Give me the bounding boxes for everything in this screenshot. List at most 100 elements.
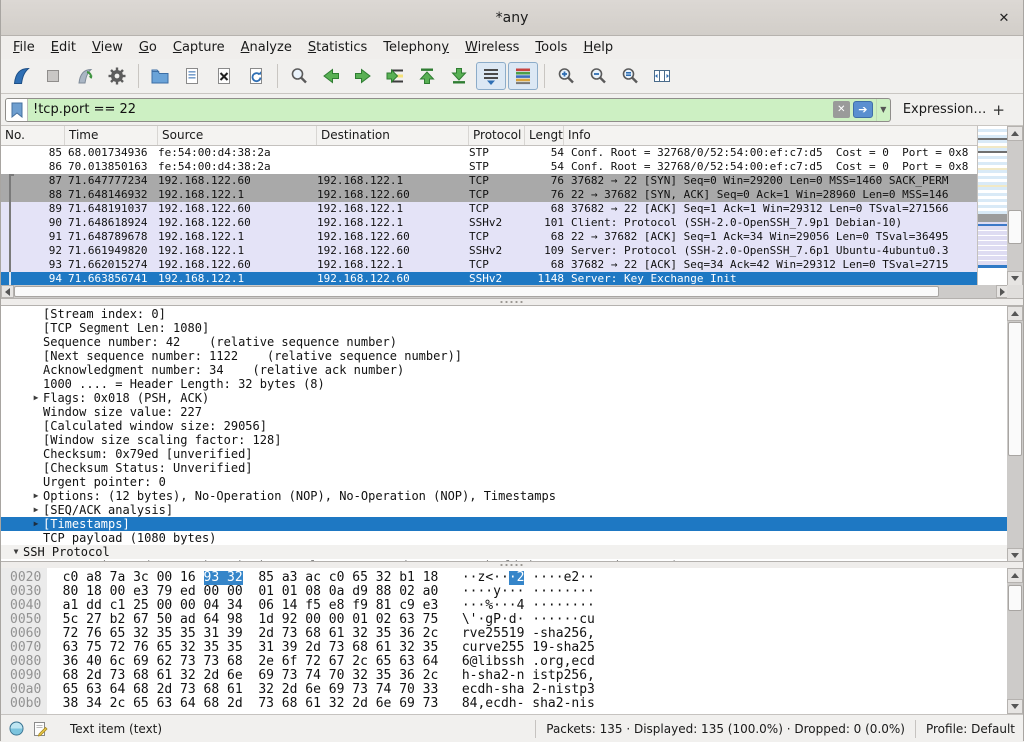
find-packet-button[interactable] [284, 62, 314, 90]
hex-row-00b0[interactable]: 00b0 38 34 2c 65 63 64 68 2d 73 68 61 32… [1, 697, 1007, 711]
packet-row-88[interactable]: 8871.648146932192.168.122.1192.168.122.6… [1, 188, 979, 202]
scroll-up-icon[interactable] [1007, 126, 1023, 141]
detail-line[interactable]: ▶Flags: 0x018 (PSH, ACK) [1, 391, 1007, 405]
detail-line[interactable]: Checksum: 0x79ed [unverified] [1, 447, 1007, 461]
hex-vscrollbar[interactable] [1007, 568, 1023, 714]
file-save-button[interactable] [177, 62, 207, 90]
menu-statistics[interactable]: Statistics [300, 38, 375, 57]
packet-row-86[interactable]: 8670.013850163fe:54:00:d4:38:2aSTP54Conf… [1, 160, 979, 174]
collapsed-arrow-icon[interactable]: ▶ [29, 559, 43, 561]
detail-line[interactable]: Window size value: 227 [1, 405, 1007, 419]
hex-row-0090[interactable]: 0090 68 2d 73 68 61 32 2d 6e 69 73 74 70… [1, 669, 1007, 683]
display-filter-input[interactable]: !tcp.port == 22 ✕ ➔ ▼ [5, 98, 891, 122]
filter-bookmark-button[interactable] [6, 99, 28, 121]
expression-button[interactable]: Expression… [903, 102, 987, 117]
hex-scroll-thumb[interactable] [1008, 585, 1022, 611]
capture-restart-button[interactable] [70, 62, 100, 90]
details-scroll-thumb[interactable] [1008, 322, 1022, 456]
capture-stop-button[interactable] [38, 62, 68, 90]
packet-list-vscrollbar[interactable] [1007, 126, 1023, 286]
file-reload-button[interactable] [241, 62, 271, 90]
column-header-length[interactable]: Length [525, 126, 564, 145]
detail-line[interactable]: ▼SSH Protocol [1, 545, 1007, 559]
hex-row-0060[interactable]: 0060 72 76 65 32 35 35 31 39 2d 73 68 61… [1, 627, 1007, 641]
detail-line[interactable]: [Calculated window size: 29056] [1, 419, 1007, 433]
packet-row-89[interactable]: 8971.648191037192.168.122.60192.168.122.… [1, 202, 979, 216]
detail-line[interactable]: ▶Options: (12 bytes), No-Operation (NOP)… [1, 489, 1007, 503]
scroll-left-icon[interactable] [1, 285, 14, 298]
collapsed-arrow-icon[interactable]: ▶ [29, 503, 43, 517]
column-header-no[interactable]: No. [1, 126, 65, 145]
hex-row-0040[interactable]: 0040 a1 dd c1 25 00 00 04 34 06 14 f5 e8… [1, 599, 1007, 613]
scroll-up-icon[interactable] [1007, 306, 1023, 321]
capture-start-button[interactable] [6, 62, 36, 90]
zoom-out-button[interactable] [583, 62, 613, 90]
column-header-source[interactable]: Source [158, 126, 317, 145]
packet-list-hscrollbar[interactable] [1, 285, 1009, 298]
filter-clear-button[interactable]: ✕ [833, 101, 850, 118]
menu-view[interactable]: View [84, 38, 131, 57]
collapsed-arrow-icon[interactable]: ▶ [29, 489, 43, 503]
resize-columns-button[interactable] [647, 62, 677, 90]
scroll-up-icon[interactable] [1007, 568, 1023, 583]
zoom-in-button[interactable] [551, 62, 581, 90]
hex-row-0050[interactable]: 0050 5c 27 b2 67 50 ad 64 98 1d 92 00 00… [1, 613, 1007, 627]
detail-line[interactable]: Sequence number: 42 (relative sequence n… [1, 335, 1007, 349]
detail-line[interactable]: [Window size scaling factor: 128] [1, 433, 1007, 447]
detail-line[interactable]: 1000 .... = Header Length: 32 bytes (8) [1, 377, 1007, 391]
scroll-down-icon[interactable] [1007, 271, 1023, 286]
expanded-arrow-icon[interactable]: ▼ [9, 545, 23, 559]
scroll-down-icon[interactable] [1007, 548, 1023, 562]
packet-row-91[interactable]: 9171.648789678192.168.122.1192.168.122.6… [1, 230, 979, 244]
colorize-button[interactable] [508, 62, 538, 90]
go-last-button[interactable] [444, 62, 474, 90]
collapsed-arrow-icon[interactable]: ▶ [29, 517, 43, 531]
detail-line[interactable]: ▶[SEQ/ACK analysis] [1, 503, 1007, 517]
filter-history-dropdown[interactable]: ▼ [876, 99, 890, 121]
hex-row-00a0[interactable]: 00a0 65 63 64 68 2d 73 68 61 32 2d 6e 69… [1, 683, 1007, 697]
column-header-time[interactable]: Time [65, 126, 158, 145]
close-icon[interactable]: ✕ [995, 9, 1013, 27]
menu-analyze[interactable]: Analyze [233, 38, 300, 57]
expert-info-icon[interactable] [9, 721, 24, 736]
packet-row-94[interactable]: 9471.663856741192.168.122.1192.168.122.6… [1, 272, 979, 286]
packet-list-minimap[interactable] [977, 126, 1007, 286]
packet-row-90[interactable]: 9071.648618924192.168.122.60192.168.122.… [1, 216, 979, 230]
detail-line[interactable]: [Checksum Status: Unverified] [1, 461, 1007, 475]
packet-row-85[interactable]: 8568.001734936fe:54:00:d4:38:2aSTP54Conf… [1, 146, 979, 160]
column-header-destination[interactable]: Destination [317, 126, 469, 145]
add-filter-button[interactable]: + [986, 101, 1011, 119]
hex-row-0030[interactable]: 0030 80 18 00 e3 79 ed 00 00 01 01 08 0a… [1, 585, 1007, 599]
filter-apply-button[interactable]: ➔ [853, 101, 873, 118]
hex-row-0070[interactable]: 0070 63 75 72 76 65 32 35 35 31 39 2d 73… [1, 641, 1007, 655]
detail-line[interactable]: [TCP Segment Len: 1080] [1, 321, 1007, 335]
go-back-button[interactable] [316, 62, 346, 90]
menu-telephony[interactable]: Telephony [375, 38, 457, 57]
column-header-info[interactable]: Info [564, 126, 979, 145]
packet-row-92[interactable]: 9271.661949820192.168.122.1192.168.122.6… [1, 244, 979, 258]
hex-row-0020[interactable]: 0020 c0 a8 7a 3c 00 16 93 32 85 a3 ac c0… [1, 571, 1007, 585]
detail-line[interactable]: Urgent pointer: 0 [1, 475, 1007, 489]
collapsed-arrow-icon[interactable]: ▶ [29, 391, 43, 405]
details-vscrollbar[interactable] [1007, 306, 1023, 562]
filter-expression-text[interactable]: !tcp.port == 22 [28, 102, 833, 117]
menu-wireless[interactable]: Wireless [457, 38, 527, 57]
detail-line[interactable]: Acknowledgment number: 34 (relative ack … [1, 363, 1007, 377]
menu-edit[interactable]: Edit [43, 38, 84, 57]
column-header-protocol[interactable]: Protocol [469, 126, 525, 145]
go-forward-button[interactable] [348, 62, 378, 90]
hex-row-0080[interactable]: 0080 36 40 6c 69 62 73 73 68 2e 6f 72 67… [1, 655, 1007, 669]
packet-row-93[interactable]: 9371.662015274192.168.122.60192.168.122.… [1, 258, 979, 272]
scroll-down-icon[interactable] [1007, 699, 1023, 714]
detail-line[interactable]: ▶SSH Version 2 (encryption:chacha20-poly… [1, 559, 1007, 561]
packet-row-87[interactable]: 8771.647777234192.168.122.60192.168.122.… [1, 174, 979, 188]
detail-line[interactable]: ▶[Timestamps] [1, 517, 1007, 531]
capture-comment-icon[interactable] [32, 721, 48, 737]
file-close-button[interactable] [209, 62, 239, 90]
detail-line[interactable]: [Next sequence number: 1122 (relative se… [1, 349, 1007, 363]
go-first-button[interactable] [412, 62, 442, 90]
packet-list-scroll-thumb[interactable] [1008, 210, 1022, 244]
zoom-original-button[interactable] [615, 62, 645, 90]
profile-selector[interactable]: Profile: Default [926, 722, 1015, 736]
menu-file[interactable]: File [5, 38, 43, 57]
